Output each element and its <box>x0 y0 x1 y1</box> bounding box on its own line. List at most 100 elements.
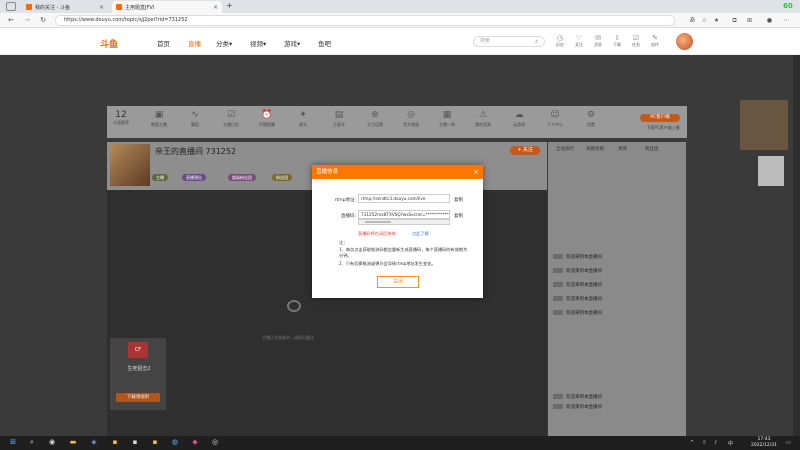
cat-item-6[interactable]: ⊛ 主力运营 <box>362 108 388 128</box>
rocket-icon: ⊛ <box>371 110 379 120</box>
code-field-scrollbar[interactable] <box>358 219 450 225</box>
browser-tab-title: 我的关注 - 斗鱼 <box>35 4 70 11</box>
douyu-favicon-icon <box>116 4 122 10</box>
volume-icon[interactable]: ♪ <box>714 440 717 446</box>
forward-icon[interactable]: → <box>22 15 32 25</box>
follow-button[interactable]: + 关注 <box>510 146 540 155</box>
level-badge-icon <box>553 296 563 301</box>
nav-create[interactable]: ✎ 创作 <box>647 34 663 48</box>
cat-item-3[interactable]: ⏰ 开播提醒 <box>254 108 280 128</box>
cat-item-1[interactable]: ∿ 舞蹈 <box>182 108 208 128</box>
rtmp-address-field[interactable]: rtmp://sendtc3.douyu.com/live <box>358 194 450 203</box>
notification-icon[interactable]: ▭ <box>786 440 791 446</box>
download-icon: ⇩ <box>614 34 620 42</box>
category-count: 12 分类推荐 <box>113 110 129 125</box>
favorite-icon[interactable]: ☆ <box>700 16 709 25</box>
scroll-thumb[interactable] <box>365 221 391 223</box>
network-icon[interactable]: ⌔ <box>702 440 707 446</box>
cat-item-2[interactable]: ☑ 主播日志 <box>218 108 244 128</box>
game-download-button[interactable]: 下载领福利 <box>116 393 160 402</box>
nav-fishbar[interactable]: 鱼吧 <box>318 38 331 48</box>
cat-item-11[interactable]: ☺ 个人中心 <box>542 108 568 128</box>
game-name: 生死狙击2 <box>127 366 151 372</box>
tab-actions-icon[interactable] <box>6 2 16 11</box>
site-logo[interactable]: 斗鱼 <box>100 37 118 50</box>
obs-icon[interactable]: ◎ <box>210 437 220 448</box>
cat-item-0[interactable]: ▣ 颜值主播 <box>146 108 172 128</box>
nav-message[interactable]: ✉ 消息 <box>590 34 606 48</box>
tab-rank[interactable]: 全站排行 <box>556 146 574 152</box>
refresh-icon[interactable]: ↻ <box>38 15 48 25</box>
close-icon[interactable]: × <box>470 165 482 179</box>
learn-more-link[interactable]: 点此了解 <box>412 231 429 237</box>
avatar[interactable] <box>676 33 693 50</box>
steam-icon[interactable]: ◍ <box>170 437 180 448</box>
nav-home[interactable]: 首页 <box>157 38 170 48</box>
nav-game[interactable]: 游戏▾ <box>284 38 300 48</box>
app-icon[interactable]: ▪ <box>130 437 140 448</box>
anchor-avatar[interactable] <box>110 144 150 186</box>
cat-item-5[interactable]: ▤ 正版车 <box>326 108 352 128</box>
promo-banner[interactable] <box>740 100 788 150</box>
wave-icon: ∿ <box>191 110 199 120</box>
pc-client-button[interactable]: PC客户端 <box>640 114 680 122</box>
stream-code-field[interactable]: 731252rnx8TXVSQ?wsSecret=************* <box>358 210 450 219</box>
url-field[interactable]: https://www.douyu.com/topic/sjj2pei?rid=… <box>55 15 675 26</box>
cat-item-10[interactable]: ☁ 云游戏 <box>506 108 532 128</box>
copy-rtmp-button[interactable]: 复制 <box>454 197 463 203</box>
extensions-icon[interactable]: ⊞ <box>745 16 754 25</box>
tab-weekly[interactable]: 贡献周榜 <box>586 146 604 152</box>
chat-row: 欢迎来到本直播间 <box>553 296 602 304</box>
translate-icon[interactable]: あ <box>688 16 697 25</box>
nav-download[interactable]: ⇩ 下载 <box>609 34 625 48</box>
chip-preview[interactable]: 直播预告 <box>182 174 206 181</box>
chip-fans[interactable]: 粉丝团 <box>272 174 292 181</box>
level-badge-icon <box>553 282 563 287</box>
explorer-icon[interactable]: ▬ <box>68 437 78 448</box>
taskbar-clock[interactable]: 17:43 2022/12/31 <box>748 437 780 449</box>
close-icon[interactable]: × <box>99 4 104 11</box>
nav-live[interactable]: 直播 <box>188 38 201 48</box>
close-icon[interactable]: × <box>213 4 218 11</box>
chip-superfans[interactable]: 超级粉丝团 <box>228 174 256 181</box>
browser-tab-1[interactable]: 主用题直JFVI × <box>112 1 222 13</box>
tab-vip[interactable]: 贵宾 <box>618 146 627 152</box>
app-icon[interactable]: ◈ <box>89 437 99 448</box>
favorites-icon[interactable]: ★ <box>712 16 721 25</box>
nav-video[interactable]: 视频▾ <box>250 38 266 48</box>
cat-item-8[interactable]: ▦ 主播一周 <box>434 108 460 128</box>
chat-row: 欢迎来到本直播间 <box>553 268 602 276</box>
ime-icon[interactable]: 中 <box>728 440 733 447</box>
cat-item-9[interactable]: ⚠ 我的奖励 <box>470 108 496 128</box>
more-icon[interactable]: ⋯ <box>782 16 791 25</box>
edge-icon[interactable]: ◉ <box>47 437 57 448</box>
search-icon[interactable]: ⌕ <box>535 38 538 46</box>
nav-history[interactable]: ◷ 历史 <box>552 34 568 48</box>
nav-category[interactable]: 分类▾ <box>216 38 232 48</box>
app-icon[interactable]: ▪ <box>150 437 160 448</box>
nav-follow[interactable]: ♡ 关注 <box>571 34 587 48</box>
tray-chevron-icon[interactable]: ^ <box>690 440 694 446</box>
back-icon[interactable]: ← <box>6 15 16 25</box>
chat-row: 欢迎来到本直播间 <box>553 404 602 412</box>
chip-anchor[interactable]: 主播 <box>152 174 168 181</box>
cat-item-4[interactable]: ✦ 星光 <box>290 108 316 128</box>
nav-task[interactable]: ☑ 任务 <box>628 34 644 48</box>
cat-item-7[interactable]: ◎ 官方频道 <box>398 108 424 128</box>
cloud-game-icon: ☁ <box>514 110 524 120</box>
profile-icon[interactable]: ● <box>765 16 774 25</box>
cat-item-12[interactable]: ⚙ 设置 <box>578 108 604 128</box>
page-scrollbar[interactable] <box>793 55 800 436</box>
tab-fans[interactable]: 粉丝团 <box>645 146 659 152</box>
start-icon[interactable]: ⊞ <box>8 437 18 448</box>
copy-code-button[interactable]: 复制 <box>454 213 463 219</box>
browser-tab-0[interactable]: 我的关注 - 斗鱼 × <box>22 1 108 13</box>
loading-spinner-icon <box>287 300 301 312</box>
app-icon[interactable]: ▪ <box>110 437 120 448</box>
create-icon: ✎ <box>652 34 658 42</box>
collections-icon[interactable]: ⧉ <box>730 16 739 25</box>
app-icon[interactable]: ◆ <box>190 437 200 448</box>
dialog-close-button[interactable]: 关闭 <box>377 276 419 288</box>
new-tab-icon[interactable]: + <box>226 1 233 10</box>
search-icon[interactable]: ⌕ <box>27 437 37 448</box>
